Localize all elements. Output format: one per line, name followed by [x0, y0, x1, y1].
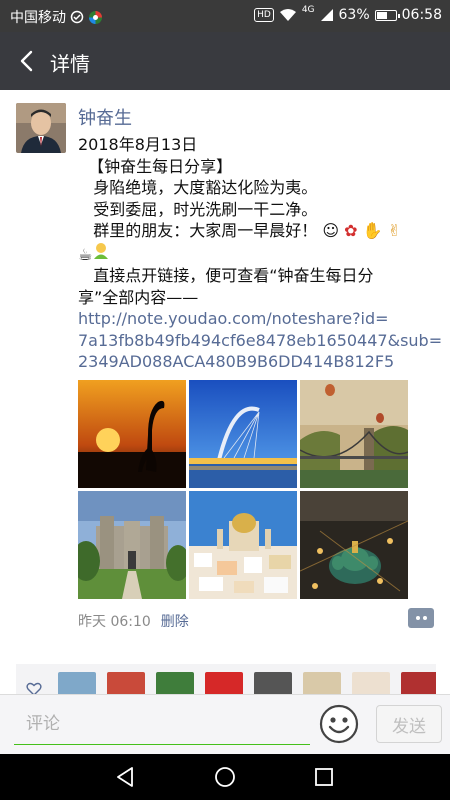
system-nav-bar	[0, 754, 450, 800]
like-avatar[interactable]	[107, 672, 145, 696]
comment-input[interactable]	[14, 703, 310, 745]
delete-button[interactable]: 删除	[161, 611, 189, 631]
like-avatars	[58, 672, 436, 696]
page-title: 详情	[50, 52, 90, 76]
wifi-icon	[279, 9, 296, 21]
circle-home-icon[interactable]	[213, 765, 237, 789]
post-line-1-text: 【钟奋生每日分享】	[88, 156, 233, 176]
like-avatar[interactable]	[156, 672, 194, 696]
castle-image[interactable]	[78, 491, 186, 599]
like-avatar[interactable]	[352, 672, 390, 696]
status-left: 中国移动	[10, 7, 103, 27]
comment-input-bar: 发送	[0, 694, 450, 754]
pray-emoji: ✌	[387, 221, 402, 240]
top-nav-bar: 详情	[0, 32, 450, 90]
post-content: 2018年8月13日 【钟奋生每日分享】 身陷绝境，大度豁达化险为夷。 受到委屈…	[78, 134, 442, 373]
status-right: HD 4G 63% 06:58	[254, 5, 442, 23]
post-date: 2018年8月13日	[78, 135, 198, 154]
harp-bridge-image[interactable]	[189, 380, 297, 488]
post-line-2-text: 身陷绝境，大度豁达化险为夷。	[93, 178, 318, 197]
post-time: 昨天 06:10	[78, 614, 151, 630]
battery-fill	[376, 11, 388, 19]
like-avatar[interactable]	[58, 672, 96, 696]
chevron-left-icon[interactable]	[12, 46, 42, 76]
rose-emoji: ✿	[344, 221, 358, 240]
post-line-1: 【钟奋生每日分享】	[78, 156, 436, 178]
square-recent-icon[interactable]	[312, 765, 336, 789]
post-line-4: 群里的朋友：大家周一早晨好！ ☺ ✿ ✋ ✌	[78, 220, 436, 242]
battery-percent: 63%	[338, 7, 370, 23]
portrait-image	[16, 103, 66, 153]
clock: 06:58	[401, 7, 442, 23]
carrier-label: 中国移动	[10, 10, 66, 26]
cathedral-night-image[interactable]	[300, 491, 408, 599]
post-line-4-text: 群里的朋友：大家周一早晨好！	[93, 221, 318, 240]
post-line-2: 身陷绝境，大度豁达化险为夷。	[78, 177, 436, 199]
share-link-1[interactable]: http://note.youdao.com/noteshare?id=	[78, 308, 436, 330]
link-intro-2: 享”全部内容——	[78, 287, 199, 307]
signal-icon	[320, 9, 333, 21]
image-grid	[78, 380, 408, 599]
comment-bubble-icon[interactable]	[408, 608, 434, 628]
like-avatar[interactable]	[254, 672, 292, 696]
likes-strip	[16, 664, 436, 696]
share-link-3[interactable]: 2349AD088ACA480B9B6DD414B812F5	[78, 351, 436, 373]
handshake-emoji: ✋	[362, 221, 383, 240]
like-avatar[interactable]	[205, 672, 243, 696]
sunset-crane-image[interactable]	[78, 380, 186, 488]
emoji-row: ☕	[78, 242, 436, 266]
hug-emoji	[94, 242, 109, 259]
coffee-emoji: ☕	[78, 244, 93, 264]
author-name[interactable]: 钟奋生	[78, 104, 132, 130]
like-avatar[interactable]	[401, 672, 436, 696]
battery-icon	[374, 9, 400, 21]
hd-badge: HD	[254, 8, 274, 22]
like-avatar[interactable]	[303, 672, 341, 696]
moment-post: 钟奋生 2018年8月13日 【钟奋生每日分享】 身陷绝境，大度豁达化险为夷。 …	[0, 90, 450, 658]
smile-emoji: ☺	[322, 221, 340, 240]
link-intro-1-text: 直接点开链接，便可查看“钟奋生每日分	[93, 266, 374, 285]
app-status-icon	[89, 10, 102, 24]
status-bar: 中国移动 HD 4G 63% 06:58	[0, 0, 450, 32]
share-link-2[interactable]: 7a13fb8b49fb494cf6e8478eb1650447&sub=	[78, 330, 442, 352]
post-line-3-text: 受到委屈，时光洗刷一干二净。	[93, 199, 318, 219]
post-meta: 昨天 06:10 删除	[78, 611, 189, 631]
post-line-3: 受到委屈，时光洗刷一干二净。	[78, 199, 436, 221]
triangle-back-icon[interactable]	[114, 765, 138, 789]
wechat-status-icon	[70, 10, 84, 24]
send-button[interactable]: 发送	[376, 705, 442, 743]
network-type-label: 4G	[301, 5, 315, 15]
coastal-city-image[interactable]	[189, 491, 297, 599]
author-avatar[interactable]	[16, 103, 66, 153]
suspension-bridge-image[interactable]	[300, 380, 408, 488]
link-intro-1: 直接点开链接，便可查看“钟奋生每日分	[78, 265, 436, 287]
smiley-icon[interactable]	[319, 704, 359, 744]
